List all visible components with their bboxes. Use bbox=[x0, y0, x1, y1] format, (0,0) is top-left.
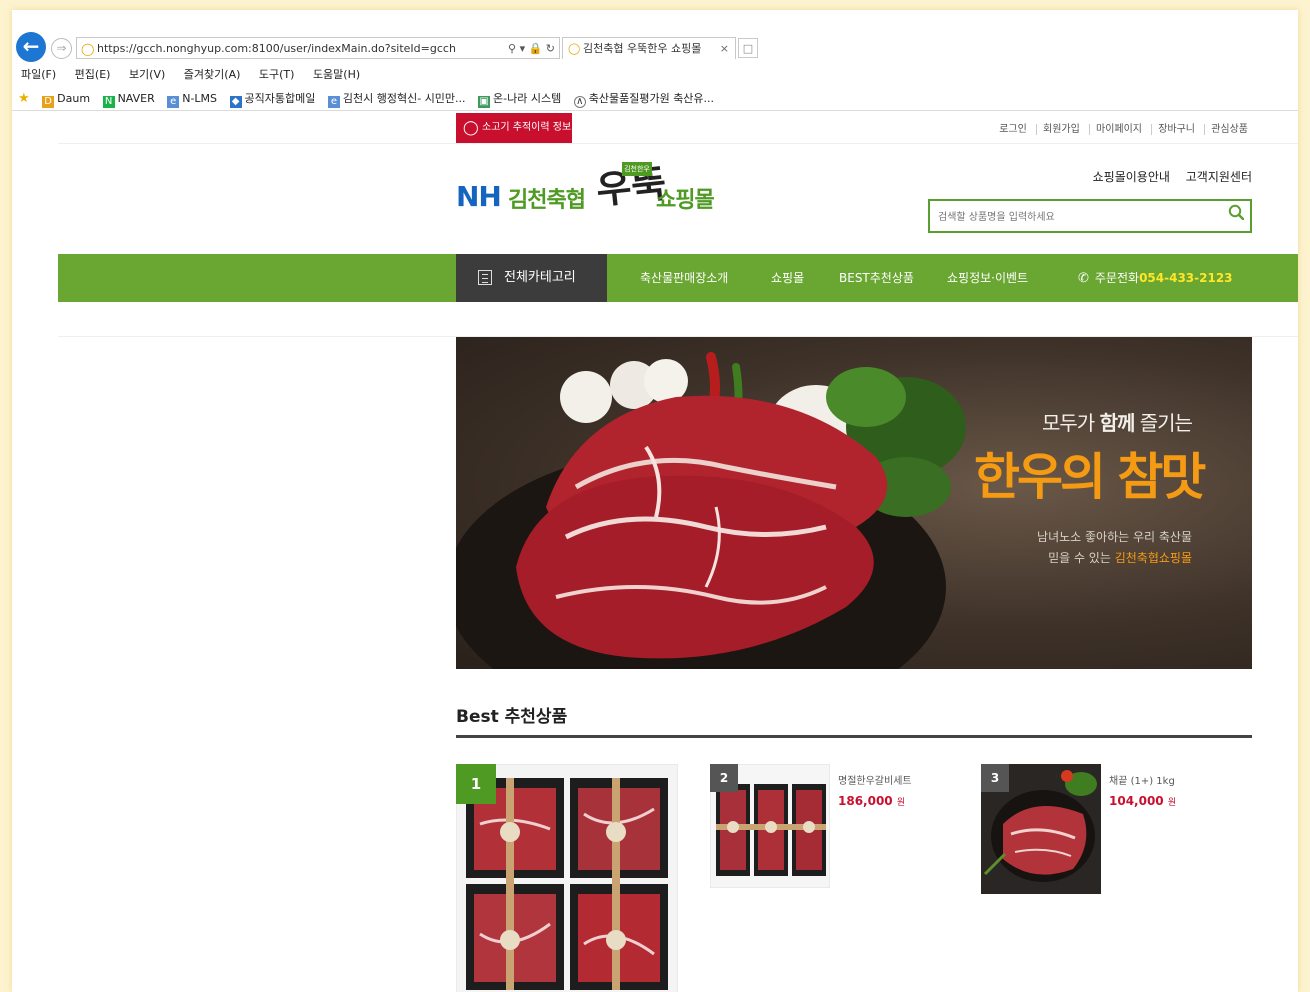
banner-headline: 한우의 참맛 bbox=[974, 447, 1206, 506]
top-links: 로그인 회원가입 마이페이지 장바구니 관심상품 bbox=[993, 120, 1254, 135]
menu-favorites[interactable]: 즐겨찾기(A) bbox=[184, 68, 241, 81]
nav-store-intro[interactable]: 축산물판매장소개 bbox=[640, 254, 728, 302]
all-category-button[interactable]: 전체카테고리 bbox=[456, 254, 607, 302]
trace-badge-label: 소고기 추적이력 정보 bbox=[482, 122, 572, 133]
fav-nlms[interactable]: e N-LMS bbox=[167, 92, 217, 108]
logo-mall: 쇼핑몰 bbox=[656, 188, 715, 213]
best-section-divider bbox=[456, 735, 1252, 738]
ie-page-icon: e bbox=[167, 96, 180, 108]
cart-link[interactable]: 장바구니 bbox=[1151, 124, 1201, 135]
banner-line4: 믿을 수 있는 김천축협쇼핑몰 bbox=[1048, 551, 1192, 565]
nav-best[interactable]: BEST추천상품 bbox=[839, 254, 914, 302]
product-price-3: 104,000 원 bbox=[1109, 794, 1177, 808]
search-icon[interactable] bbox=[1228, 204, 1244, 220]
forward-button[interactable]: ⇒ bbox=[51, 38, 72, 59]
chrome-separator bbox=[12, 110, 1298, 111]
phone-label: 주문전화 bbox=[1094, 271, 1140, 285]
guide-link[interactable]: 쇼핑몰이용안내 bbox=[1093, 170, 1170, 184]
menu-view[interactable]: 보기(V) bbox=[129, 68, 165, 81]
url-text: https://gcch.nonghyup.com:8100/user/inde… bbox=[97, 42, 456, 55]
favorites-star-icon[interactable]: ★ bbox=[18, 91, 30, 106]
site-favicon-icon: ◯ bbox=[81, 42, 95, 56]
banner-line3: 남녀노소 좋아하는 우리 축산물 bbox=[1037, 530, 1192, 544]
all-category-label: 전체카테고리 bbox=[504, 270, 576, 285]
rank-badge-2: 2 bbox=[710, 764, 738, 792]
rank-badge-1: 1 bbox=[456, 764, 496, 804]
support-link[interactable]: 고객지원센터 bbox=[1186, 170, 1252, 184]
best-product-1[interactable]: 1 bbox=[456, 764, 678, 992]
banner-line1: 모두가 함께 즐기는 bbox=[1042, 411, 1193, 435]
new-tab-button[interactable]: □ bbox=[738, 38, 758, 58]
best-product-2[interactable]: 2 명절한우갈비세트 186,000 원 bbox=[710, 764, 950, 888]
address-tools-icons[interactable]: ⚲ ▾ 🔒 ↻ bbox=[508, 38, 555, 60]
fav-mail[interactable]: ◆ 공직자통합메일 bbox=[229, 90, 315, 108]
favorites-bar: ★ D Daum N NAVER e N-LMS ◆ 공직자통합메일 e 김천시 행정혁신… bbox=[18, 90, 723, 108]
tab-favicon-icon: ◯ bbox=[568, 42, 581, 55]
address-bar[interactable]: ◯ https://gcch.nonghyup.com:8100/user/in… bbox=[76, 37, 560, 59]
main-navigation: 전체카테고리 축산물판매장소개 쇼핑몰 BEST추천상품 쇼핑정보·이벤트 ✆ 주… bbox=[58, 254, 1298, 302]
utility-links: 쇼핑몰이용안내 고객지원센터 bbox=[1081, 168, 1252, 185]
fav-gimcheon[interactable]: e 김천시 행정혁신- 시민만... bbox=[327, 90, 466, 108]
ekape-icon: ∧ bbox=[573, 96, 586, 108]
banner-subcopy: 남녀노소 좋아하는 우리 축산물 믿을 수 있는 김천축협쇼핑몰 bbox=[1034, 527, 1192, 569]
login-link[interactable]: 로그인 bbox=[993, 124, 1033, 135]
logo-stamp: 김천한우 bbox=[622, 162, 652, 176]
onnara-icon: ▣ bbox=[478, 96, 491, 108]
product-name-3[interactable]: 채끝 (1+) 1kg bbox=[1109, 772, 1175, 787]
menu-edit[interactable]: 편집(E) bbox=[75, 68, 111, 81]
fav-onnara[interactable]: ▣ 온-나라 시스템 bbox=[478, 90, 561, 108]
signup-link[interactable]: 회원가입 bbox=[1036, 124, 1086, 135]
phone-number: 054-433-2123 bbox=[1139, 271, 1233, 285]
best-product-3[interactable]: 3 채끝 (1+) 1kg 104,000 원 bbox=[981, 764, 1221, 894]
nav-events[interactable]: 쇼핑정보·이벤트 bbox=[947, 254, 1028, 302]
browser-window: ← ⇒ ◯ https://gcch.nonghyup.com:8100/use… bbox=[12, 10, 1298, 992]
menu-file[interactable]: 파일(F) bbox=[21, 68, 56, 81]
nav-shop[interactable]: 쇼핑몰 bbox=[771, 254, 804, 302]
mypage-link[interactable]: 마이페이지 bbox=[1089, 124, 1148, 135]
best-section-title: Best 추천상품 bbox=[456, 707, 568, 727]
ie-page-icon: e bbox=[327, 96, 340, 108]
address-row: ← ⇒ ◯ https://gcch.nonghyup.com:8100/use… bbox=[12, 32, 1298, 62]
logo-nh: NH bbox=[456, 180, 502, 213]
daum-icon: D bbox=[42, 96, 55, 108]
menu-bar: 파일(F) 편집(E) 보기(V) 즐겨찾기(A) 도구(T) 도움말(H) bbox=[21, 66, 375, 82]
fav-ekape[interactable]: ∧ 축산물품질평가원 축산유... bbox=[573, 90, 714, 108]
search-input[interactable] bbox=[936, 207, 1220, 227]
list-icon bbox=[478, 270, 492, 285]
product-price-2: 186,000 원 bbox=[838, 794, 906, 808]
order-phone[interactable]: ✆ 주문전화054-433-2123 bbox=[1078, 254, 1233, 302]
search-box bbox=[928, 199, 1252, 233]
browser-tab[interactable]: ◯ 김천축협 우뚝한우 쇼핑몰 × bbox=[562, 37, 736, 59]
naver-icon: N bbox=[102, 96, 115, 108]
product-name-2[interactable]: 명절한우갈비세트 bbox=[838, 772, 912, 787]
mail-icon: ◆ bbox=[229, 96, 242, 108]
cow-icon: ◯ bbox=[463, 120, 479, 136]
header-divider bbox=[58, 143, 1298, 144]
site-logo[interactable]: NH 김천축협 우뚝 김천한우 쇼핑몰 bbox=[456, 156, 726, 242]
back-button[interactable]: ← bbox=[16, 32, 46, 62]
rank-badge-3: 3 bbox=[981, 764, 1009, 792]
main-banner[interactable]: 모두가 함께 즐기는 한우의 참맛 남녀노소 좋아하는 우리 축산물 믿을 수 … bbox=[456, 337, 1252, 669]
wishlist-link[interactable]: 관심상품 bbox=[1204, 124, 1254, 135]
phone-icon: ✆ bbox=[1078, 271, 1089, 286]
tab-title: 김천축협 우뚝한우 쇼핑몰 bbox=[583, 42, 702, 55]
fav-daum[interactable]: D Daum bbox=[42, 92, 90, 108]
beef-trace-badge[interactable]: ◯ 소고기 추적이력 정보 bbox=[456, 113, 572, 143]
fav-naver[interactable]: N NAVER bbox=[102, 92, 155, 108]
tab-close-icon[interactable]: × bbox=[720, 38, 729, 60]
menu-help[interactable]: 도움말(H) bbox=[313, 68, 360, 81]
logo-coop: 김천축협 bbox=[508, 188, 586, 213]
menu-tools[interactable]: 도구(T) bbox=[259, 68, 295, 81]
